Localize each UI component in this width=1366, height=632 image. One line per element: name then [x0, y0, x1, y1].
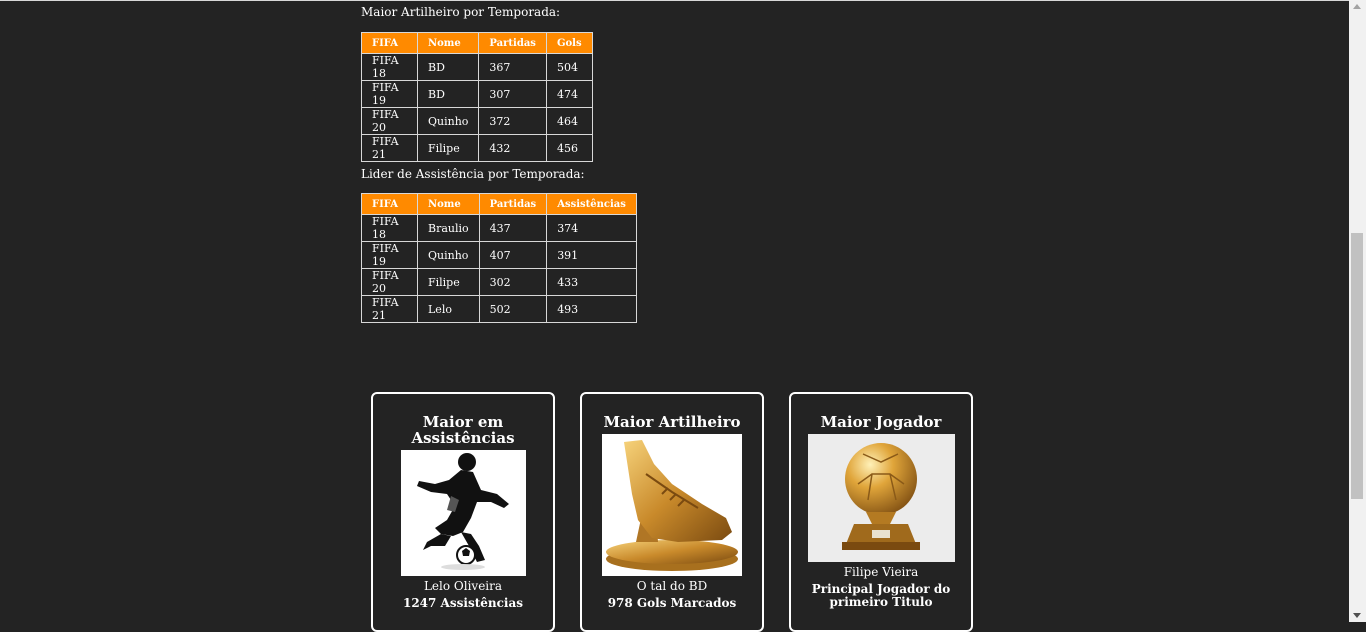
table-row: FIFA 21 Lelo 502 493	[361, 295, 637, 323]
column-header-fifa: FIFA	[361, 32, 418, 54]
table-cell: Quinho	[416, 107, 480, 135]
table-cell: 367	[478, 53, 547, 81]
top-scorer-card: Maior Artilheiro O tal do BD 978 Gols Ma…	[580, 392, 764, 632]
scorers-table: FIFA Nome Partidas Gols FIFA 18 BD 367 5…	[361, 32, 593, 162]
table-cell: Filipe	[416, 134, 480, 162]
table-cell: 307	[478, 80, 547, 108]
table-row: FIFA 19 BD 307 474	[361, 80, 593, 108]
table-row: FIFA 18 BD 367 504	[361, 53, 593, 81]
table-cell: BD	[416, 80, 480, 108]
table-cell: 407	[478, 241, 548, 269]
table-cell: 391	[546, 241, 637, 269]
table-cell: 437	[478, 214, 548, 242]
table-cell: FIFA 18	[361, 214, 418, 242]
table-cell: FIFA 21	[361, 134, 418, 162]
assists-section-title: Lider de Assistência por Temporada:	[361, 167, 585, 181]
table-cell: 302	[478, 268, 548, 296]
card-title: Maior Jogador	[820, 413, 942, 431]
table-cell: FIFA 19	[361, 80, 418, 108]
card-title: Maior em Assistências	[411, 413, 515, 447]
table-cell: 456	[545, 134, 593, 162]
table-cell: Braulio	[417, 214, 480, 242]
golden-ball-trophy-image	[807, 434, 955, 562]
table-cell: 432	[478, 134, 547, 162]
table-cell: 493	[546, 295, 637, 323]
column-header-partidas: Partidas	[478, 193, 548, 215]
table-row: FIFA 20 Quinho 372 464	[361, 107, 593, 135]
table-cell: FIFA 20	[361, 268, 418, 296]
table-row: FIFA 19 Quinho 407 391	[361, 241, 637, 269]
card-title: Maior Artilheiro	[603, 413, 741, 431]
card-stat: 978 Gols Marcados	[607, 596, 737, 610]
scroll-down-arrow-icon[interactable]	[1353, 613, 1361, 618]
table-cell: 433	[546, 268, 637, 296]
table-row: FIFA 21 Filipe 432 456	[361, 134, 593, 162]
card-stat: Principal Jogador do primeiro Titulo	[811, 582, 951, 609]
column-header-nome: Nome	[417, 193, 480, 215]
column-header-assistencias: Assistências	[546, 193, 637, 215]
table-cell: FIFA 19	[361, 241, 418, 269]
table-cell: 464	[545, 107, 593, 135]
table-cell: 374	[546, 214, 637, 242]
best-player-card: Maior Jogador Filipe Vieira Principal Jo…	[789, 392, 973, 632]
table-row: FIFA 20 Filipe 302 433	[361, 268, 637, 296]
column-header-partidas: Partidas	[478, 32, 547, 54]
footballer-silhouette-image	[400, 450, 526, 576]
golden-boot-trophy-image	[602, 434, 742, 576]
scorers-header-row: FIFA Nome Partidas Gols	[361, 32, 593, 54]
table-cell: 504	[545, 53, 593, 81]
page-top-border	[0, 0, 1349, 1]
table-cell: FIFA 18	[361, 53, 418, 81]
scorers-section-title: Maior Artilheiro por Temporada:	[361, 5, 561, 19]
card-stat: 1247 Assistências	[402, 596, 523, 610]
assists-table: FIFA Nome Partidas Assistências FIFA 18 …	[361, 193, 637, 323]
table-cell: Lelo	[417, 295, 480, 323]
table-cell: Quinho	[417, 241, 480, 269]
table-cell: FIFA 21	[361, 295, 418, 323]
column-header-nome: Nome	[416, 32, 480, 54]
top-assists-card: Maior em Assistências Lelo Oliveira 1247…	[371, 392, 555, 632]
assists-header-row: FIFA Nome Partidas Assistências	[361, 193, 637, 215]
scroll-up-arrow-icon[interactable]	[1353, 4, 1361, 9]
table-cell: 372	[478, 107, 547, 135]
column-header-gols: Gols	[545, 32, 593, 54]
table-cell: 474	[545, 80, 593, 108]
table-cell: BD	[416, 53, 480, 81]
table-cell: 502	[478, 295, 548, 323]
card-player-name: O tal do BD	[636, 579, 708, 593]
table-row: FIFA 18 Braulio 437 374	[361, 214, 637, 242]
table-cell: Filipe	[417, 268, 480, 296]
vertical-scrollbar[interactable]	[1349, 0, 1366, 622]
scrollbar-thumb[interactable]	[1351, 233, 1363, 499]
column-header-fifa: FIFA	[361, 193, 418, 215]
card-player-name: Lelo Oliveira	[423, 579, 503, 593]
card-player-name: Filipe Vieira	[843, 565, 919, 579]
table-cell: FIFA 20	[361, 107, 418, 135]
